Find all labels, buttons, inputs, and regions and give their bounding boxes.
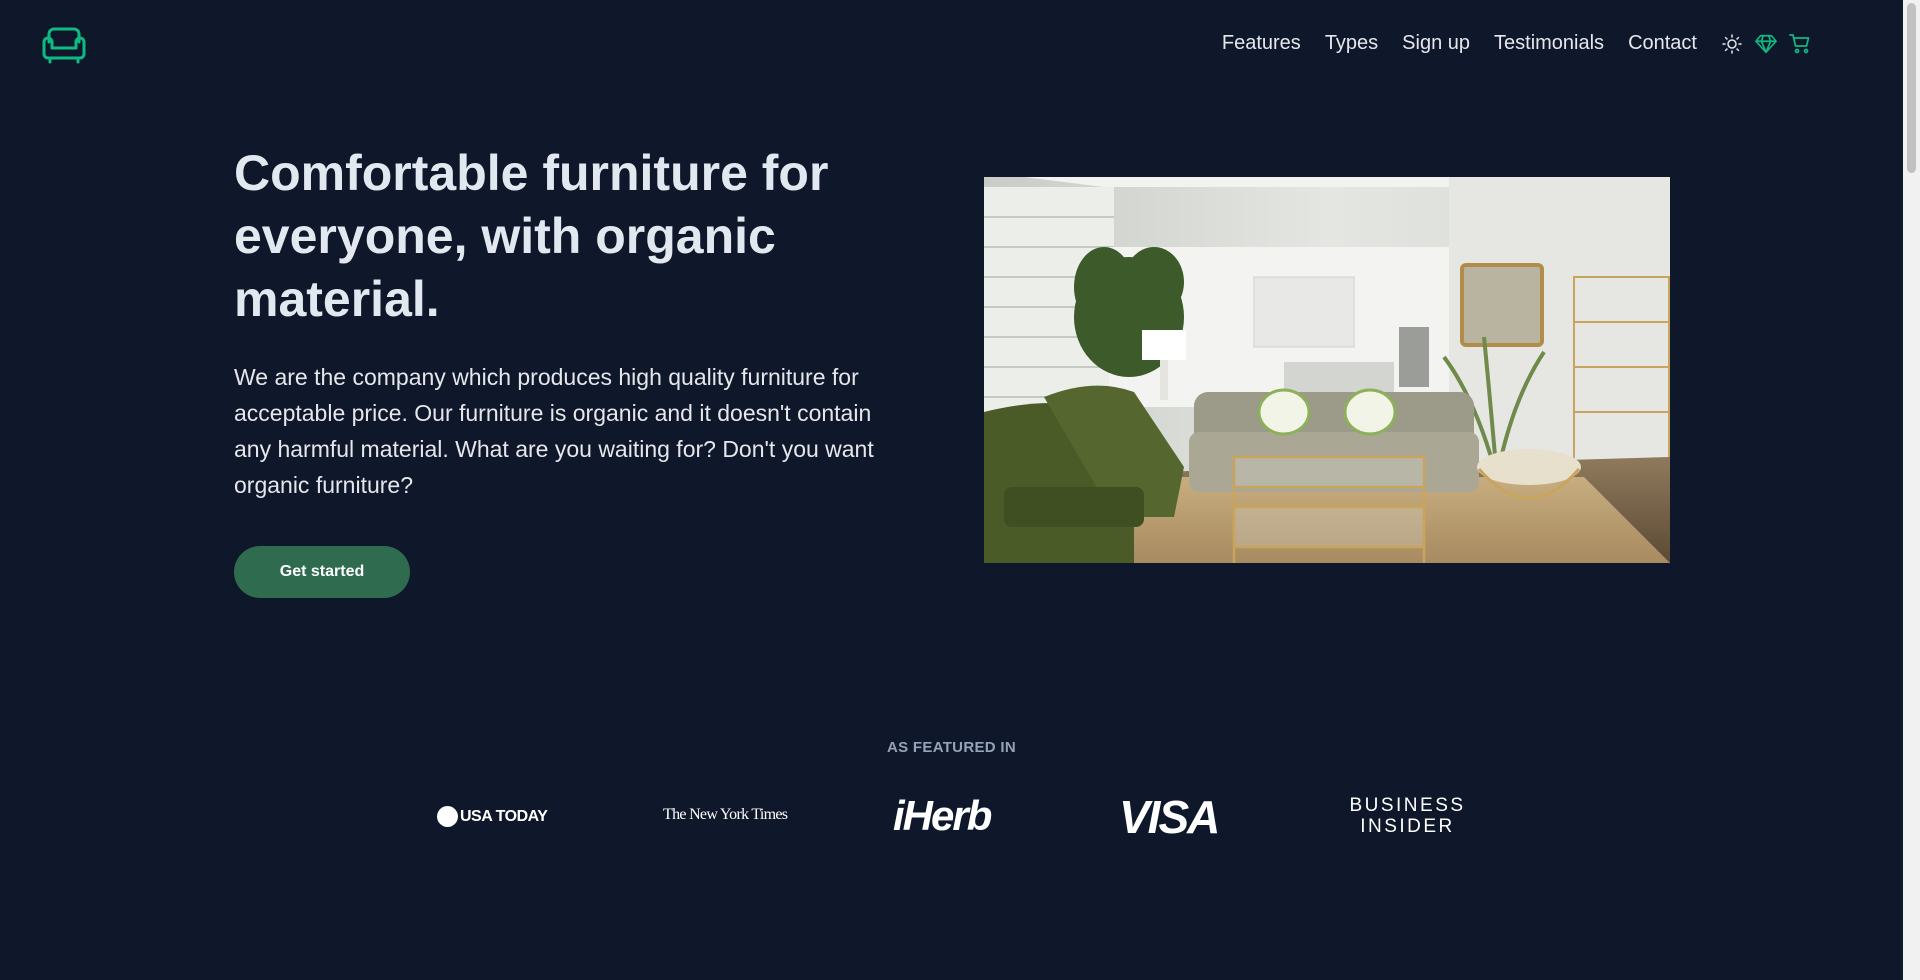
business-insider-logo: BUSINESS INSIDER: [1345, 795, 1470, 837]
usa-today-dot-icon: [437, 806, 458, 827]
sun-icon[interactable]: [1721, 33, 1743, 55]
site-header: Features Types Sign up Testimonials Cont…: [0, 0, 1903, 94]
featured-title: AS FEATURED IN: [887, 739, 1016, 756]
hero-image-living-room: [984, 177, 1670, 563]
hero-description: We are the company which produces high q…: [234, 364, 874, 498]
nav-types[interactable]: Types: [1325, 32, 1378, 55]
featured-logos: USA TODAY The New York Times iHerb VISA …: [0, 790, 1903, 846]
nav-features[interactable]: Features: [1222, 32, 1301, 55]
iherb-logo: iHerb: [893, 792, 992, 839]
business-insider-line-2: INSIDER: [1360, 816, 1455, 837]
hero-title: Comfortable furniture for everyone, with…: [234, 145, 829, 327]
main-nav: Features Types Sign up Testimonials Cont…: [1222, 32, 1811, 55]
scrollbar[interactable]: [1903, 0, 1920, 980]
nav-contact[interactable]: Contact: [1628, 32, 1697, 55]
page: Features Types Sign up Testimonials Cont…: [0, 0, 1903, 980]
nav-testimonials[interactable]: Testimonials: [1494, 32, 1604, 55]
cart-icon[interactable]: [1789, 33, 1811, 55]
business-insider-line-1: BUSINESS: [1349, 795, 1466, 816]
sofa-logo-icon[interactable]: [40, 26, 88, 66]
visa-logo: VISA: [1119, 791, 1220, 843]
diamond-icon[interactable]: [1755, 33, 1777, 55]
nav-sign-up[interactable]: Sign up: [1402, 32, 1470, 55]
scrollbar-thumb[interactable]: [1907, 3, 1916, 173]
nav-icons: [1721, 33, 1811, 55]
new-york-times-logo: The New York Times: [663, 806, 788, 823]
get-started-button[interactable]: Get started: [234, 546, 410, 598]
usa-today-logo: USA TODAY: [437, 806, 548, 827]
hero-content: Comfortable furniture for everyone, with…: [234, 142, 914, 503]
